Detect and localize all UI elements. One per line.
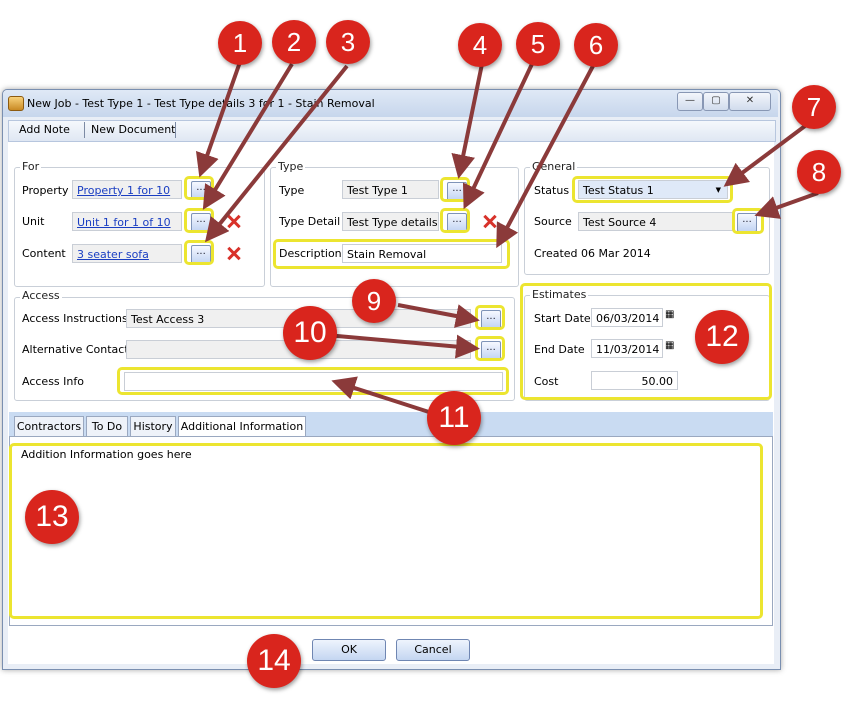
callout-8: 8 [797, 150, 841, 194]
callout-5: 5 [516, 22, 560, 66]
callout-12: 12 [695, 310, 749, 364]
callout-13: 13 [25, 490, 79, 544]
callout-9: 9 [352, 279, 396, 323]
callout-1: 1 [218, 21, 262, 65]
callout-7: 7 [792, 85, 836, 129]
callout-4: 4 [458, 23, 502, 67]
callout-6: 6 [574, 23, 618, 67]
callout-11: 11 [427, 391, 481, 445]
callout-10: 10 [283, 306, 337, 360]
callout-2: 2 [272, 20, 316, 64]
callout-3: 3 [326, 20, 370, 64]
callout-14: 14 [247, 634, 301, 688]
